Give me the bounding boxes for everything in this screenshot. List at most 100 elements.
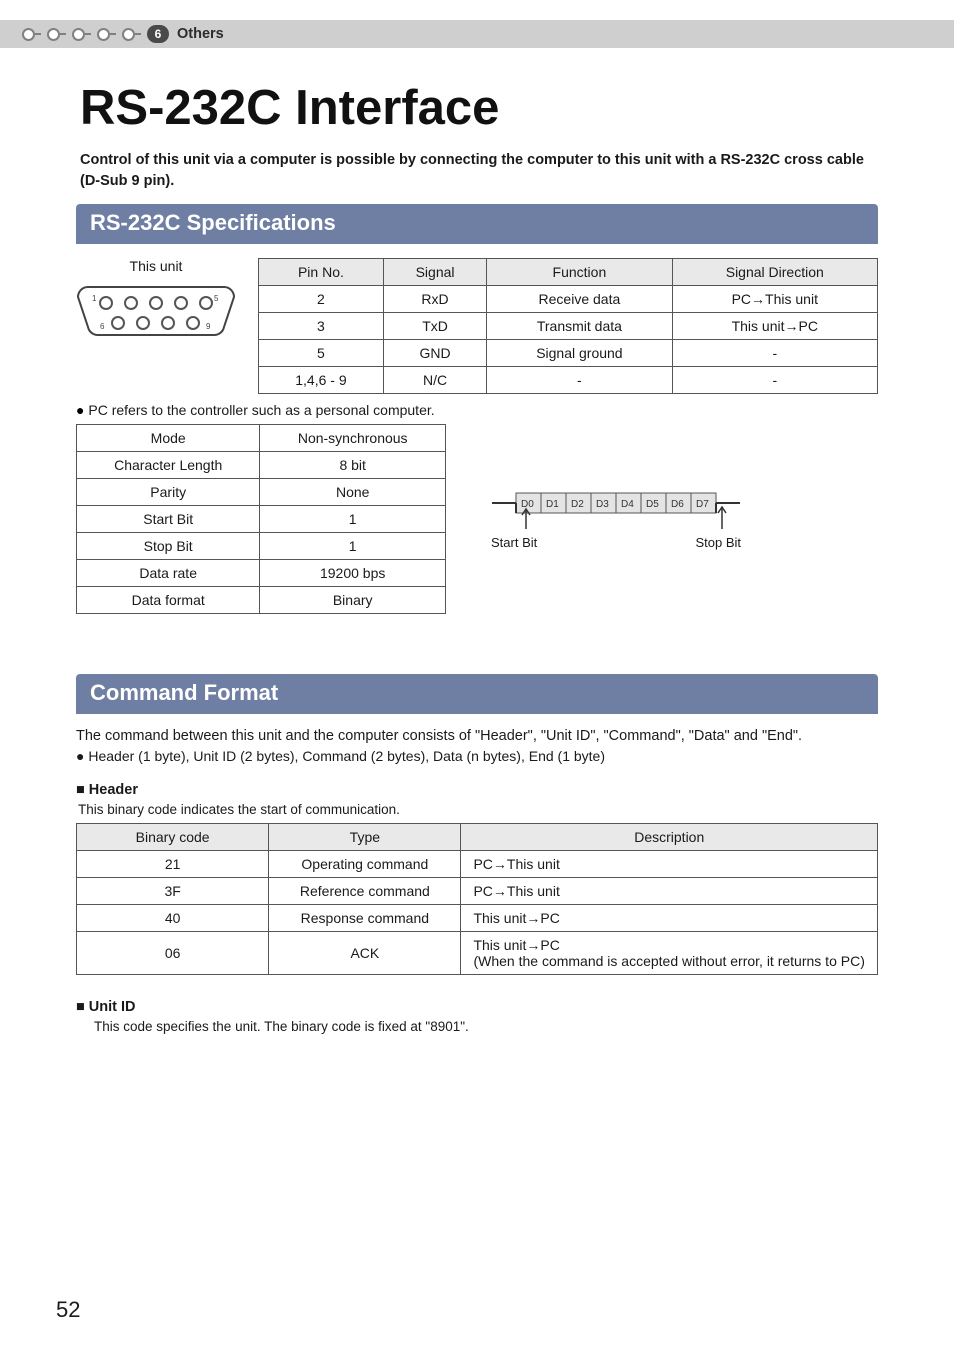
- header-subheading: Header: [76, 782, 878, 798]
- table-row: 06ACKThis unit→PC (When the command is a…: [77, 932, 878, 975]
- table-cell: 40: [77, 905, 269, 932]
- chain-connector-icon: [110, 33, 116, 35]
- table-cell: Stop Bit: [77, 533, 260, 560]
- table-row: 3FReference commandPC→This unit: [77, 878, 878, 905]
- table-row: Character Length8 bit: [77, 452, 446, 479]
- table-cell: 1: [260, 506, 446, 533]
- timing-start-label: Start Bit: [491, 535, 537, 550]
- header-code-table: Binary codeTypeDescription 21Operating c…: [76, 823, 878, 975]
- timing-diagram: D0 D1 D2 D3 D4 D5 D6 D7 Start Bit Stop Bit: [486, 489, 746, 550]
- table-cell: 3F: [77, 878, 269, 905]
- connector-diagram: This unit 1 5 6 9: [76, 258, 236, 344]
- section-heading-cmd: Command Format: [76, 674, 878, 714]
- table-row: ParityNone: [77, 479, 446, 506]
- table-header: Signal Direction: [672, 259, 877, 286]
- chain-connector-icon: [60, 33, 66, 35]
- table-cell: Parity: [77, 479, 260, 506]
- bit-label: D6: [671, 499, 684, 510]
- bit-label: D1: [546, 499, 559, 510]
- table-cell: -: [487, 367, 672, 394]
- table-cell: Transmit data: [487, 313, 672, 340]
- table-cell: Start Bit: [77, 506, 260, 533]
- chain-dot-icon: [97, 28, 110, 41]
- table-row: ModeNon-synchronous: [77, 425, 446, 452]
- table-row: Start Bit1: [77, 506, 446, 533]
- bit-label: D2: [571, 499, 584, 510]
- table-header: Description: [461, 824, 878, 851]
- intro-text: Control of this unit via a computer is p…: [80, 150, 874, 192]
- svg-text:6: 6: [100, 322, 105, 331]
- table-row: Data formatBinary: [77, 587, 446, 614]
- table-cell: N/C: [383, 367, 486, 394]
- table-cell: -: [672, 367, 877, 394]
- mode-table: ModeNon-synchronousCharacter Length8 bit…: [76, 424, 446, 614]
- section-category: Others: [177, 26, 224, 42]
- table-row: Stop Bit1: [77, 533, 446, 560]
- connector-label: This unit: [76, 258, 236, 274]
- chain-connector-icon: [85, 33, 91, 35]
- table-cell: -: [672, 340, 877, 367]
- page-title: RS-232C Interface: [80, 80, 954, 136]
- pc-note: PC refers to the controller such as a pe…: [76, 402, 878, 418]
- table-row: 2RxDReceive dataPC→This unit: [259, 286, 878, 313]
- table-row: 40Response commandThis unit→PC: [77, 905, 878, 932]
- cmd-description: The command between this unit and the co…: [76, 728, 878, 744]
- table-cell: Character Length: [77, 452, 260, 479]
- table-cell: RxD: [383, 286, 486, 313]
- table-header: Binary code: [77, 824, 269, 851]
- bit-label: D4: [621, 499, 634, 510]
- table-cell: 21: [77, 851, 269, 878]
- header-note: This binary code indicates the start of …: [78, 802, 878, 817]
- chain-dot-icon: [122, 28, 135, 41]
- section-number-badge: 6: [147, 25, 169, 43]
- table-cell: Operating command: [269, 851, 461, 878]
- bit-label: D7: [696, 499, 709, 510]
- table-cell: Non-synchronous: [260, 425, 446, 452]
- bit-label: D0: [521, 499, 534, 510]
- table-row: 21Operating commandPC→This unit: [77, 851, 878, 878]
- table-row: Data rate19200 bps: [77, 560, 446, 587]
- svg-text:1: 1: [92, 294, 97, 303]
- table-cell: PC→This unit: [672, 286, 877, 313]
- table-cell: 19200 bps: [260, 560, 446, 587]
- svg-text:5: 5: [214, 294, 219, 303]
- table-cell: This unit→PC (When the command is accept…: [461, 932, 878, 975]
- page-header: 6 Others: [0, 20, 954, 48]
- chain-connector-icon: [135, 33, 141, 35]
- chain-dot-icon: [72, 28, 85, 41]
- chain-dot-icon: [22, 28, 35, 41]
- table-header: Function: [487, 259, 672, 286]
- svg-text:9: 9: [206, 322, 211, 331]
- chain-connector-icon: [35, 33, 41, 35]
- dsub9-icon: 1 5 6 9: [76, 280, 236, 340]
- bit-label: D5: [646, 499, 659, 510]
- unitid-note: This code specifies the unit. The binary…: [94, 1019, 878, 1034]
- table-cell: This unit→PC: [672, 313, 877, 340]
- pin-table: Pin No.SignalFunctionSignal Direction 2R…: [258, 258, 878, 394]
- table-header: Pin No.: [259, 259, 384, 286]
- timing-stop-label: Stop Bit: [695, 535, 741, 550]
- bit-label: D3: [596, 499, 609, 510]
- section-heading-specs: RS-232C Specifications: [76, 204, 878, 244]
- breadcrumb-chain: 6 Others: [0, 25, 224, 43]
- table-cell: TxD: [383, 313, 486, 340]
- table-cell: Signal ground: [487, 340, 672, 367]
- table-row: 5GNDSignal ground-: [259, 340, 878, 367]
- table-cell: ACK: [269, 932, 461, 975]
- table-cell: Data rate: [77, 560, 260, 587]
- table-cell: 1: [260, 533, 446, 560]
- table-cell: Mode: [77, 425, 260, 452]
- table-cell: GND: [383, 340, 486, 367]
- table-cell: 8 bit: [260, 452, 446, 479]
- table-cell: 5: [259, 340, 384, 367]
- cmd-structure: Header (1 byte), Unit ID (2 bytes), Comm…: [76, 748, 878, 764]
- table-cell: Binary: [260, 587, 446, 614]
- page-number: 52: [56, 1297, 80, 1323]
- table-header: Type: [269, 824, 461, 851]
- table-cell: 3: [259, 313, 384, 340]
- table-cell: PC→This unit: [461, 878, 878, 905]
- table-row: 1,4,6 - 9N/C--: [259, 367, 878, 394]
- table-cell: PC→This unit: [461, 851, 878, 878]
- table-cell: 1,4,6 - 9: [259, 367, 384, 394]
- table-cell: Data format: [77, 587, 260, 614]
